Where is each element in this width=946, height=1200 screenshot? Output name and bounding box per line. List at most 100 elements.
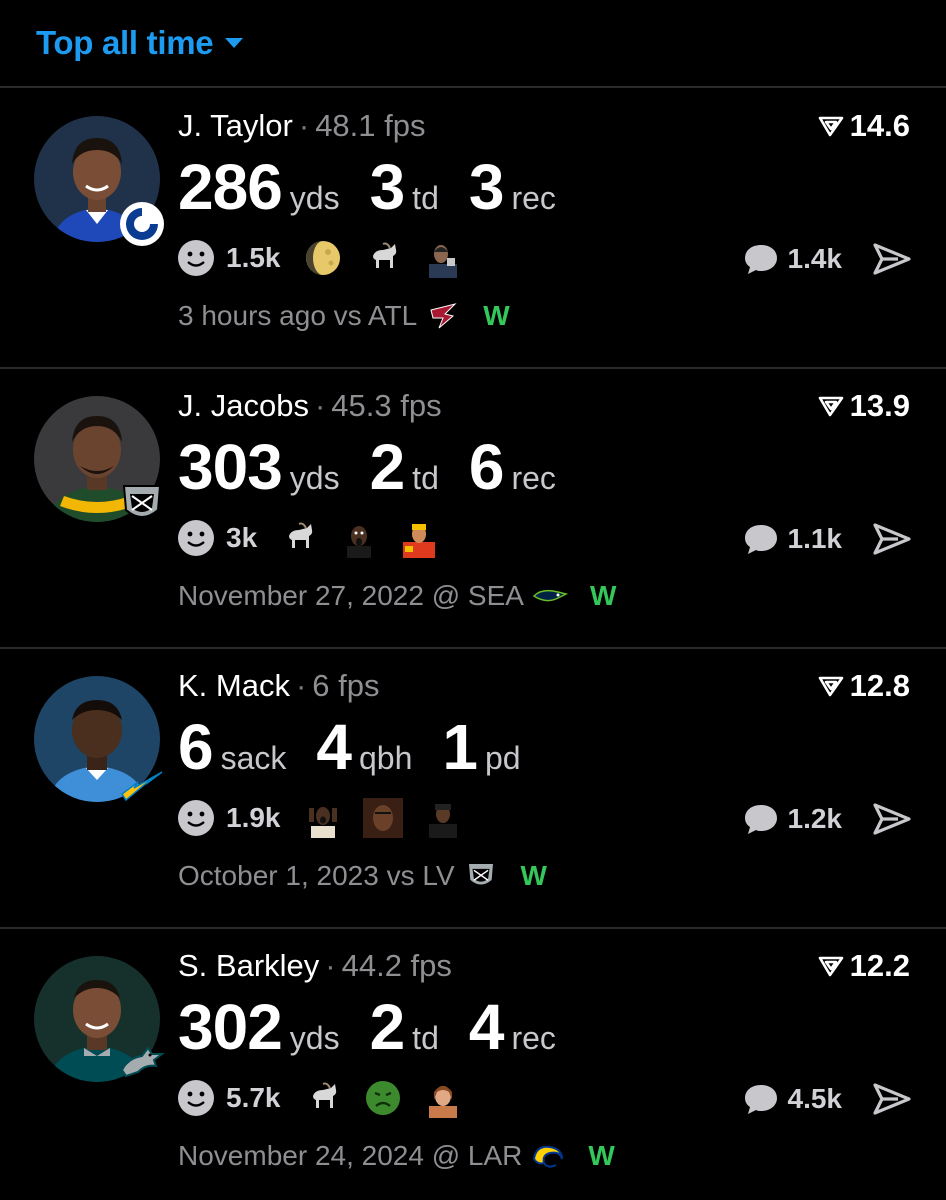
stat-unit: pd bbox=[484, 740, 521, 776]
fantasy-points: 48.1 fps bbox=[315, 108, 426, 143]
stat-value: 4 bbox=[468, 991, 505, 1063]
game-date: November 27, 2022 @ SEA bbox=[178, 580, 524, 611]
comments-button[interactable]: 4.5k bbox=[742, 1082, 842, 1116]
stat-value: 286 bbox=[178, 151, 283, 223]
player-card[interactable]: S. Barkley · 44.2 fps 12.2 302 yds 2 td 4 rec… bbox=[0, 930, 946, 1200]
reaction-gif-icon[interactable] bbox=[339, 518, 379, 558]
stat: 1 pd bbox=[442, 710, 520, 784]
game-result: W bbox=[588, 1140, 615, 1171]
stat-value: 6 bbox=[468, 431, 505, 503]
smiley-react-icon[interactable] bbox=[176, 798, 216, 838]
reaction-gif-icon[interactable] bbox=[362, 798, 403, 838]
comments-button[interactable]: 1.2k bbox=[742, 802, 843, 836]
stat-unit: yds bbox=[289, 460, 340, 496]
player-name[interactable]: S. Barkley bbox=[178, 948, 319, 983]
game-info: 3 hours ago vs ATL W bbox=[178, 298, 510, 334]
reaction-gif-icon[interactable] bbox=[423, 238, 463, 278]
game-date: 3 hours ago vs ATL bbox=[178, 300, 418, 331]
game-date: October 1, 2023 vs LV bbox=[178, 860, 455, 891]
goat-icon[interactable] bbox=[303, 1078, 343, 1118]
stat-unit: td bbox=[412, 460, 439, 496]
stat-unit: sack bbox=[220, 740, 287, 776]
stat: 2 td bbox=[370, 990, 439, 1064]
stat-value: 302 bbox=[178, 991, 283, 1063]
stat-value: 1 bbox=[442, 711, 478, 783]
game-result: W bbox=[589, 580, 617, 611]
feed-header: Top all time bbox=[0, 0, 946, 88]
comment-icon bbox=[744, 1085, 777, 1114]
comment-count: 1.4k bbox=[787, 243, 843, 274]
comment-icon bbox=[744, 805, 777, 834]
comments-button[interactable]: 1.4k bbox=[742, 242, 843, 276]
smiley-react-icon[interactable] bbox=[176, 238, 216, 278]
reaction-count: 3k bbox=[226, 522, 258, 553]
reaction-count: 1.9k bbox=[226, 802, 281, 833]
comments-button[interactable]: 1.1k bbox=[742, 522, 842, 556]
stat-unit: rec bbox=[511, 180, 556, 216]
reactions-bar: 1.9k bbox=[176, 798, 483, 838]
stat: 4 qbh bbox=[316, 710, 412, 784]
player-name[interactable]: J. Jacobs bbox=[178, 388, 309, 423]
score-value: 14.6 bbox=[849, 108, 910, 143]
falcons-logo bbox=[425, 298, 461, 334]
score-badge: 13.9 bbox=[818, 388, 910, 424]
fantasy-points: 6 fps bbox=[312, 668, 380, 703]
reactions-bar: 1.5k bbox=[176, 238, 483, 278]
eagles-logo bbox=[118, 1040, 166, 1088]
player-card[interactable]: J. Taylor · 48.1 fps 14.6 286 yds 3 td 3 rec … bbox=[0, 90, 946, 369]
score-badge: 12.8 bbox=[818, 668, 910, 704]
stat-unit: td bbox=[412, 180, 439, 216]
player-card[interactable]: J. Jacobs · 45.3 fps 13.9 303 yds 2 td 6 rec … bbox=[0, 370, 946, 649]
raiders-logo bbox=[118, 480, 166, 528]
reaction-count: 5.7k bbox=[226, 1082, 281, 1113]
colts-logo bbox=[118, 200, 166, 248]
score-icon bbox=[818, 956, 843, 977]
goat-icon[interactable] bbox=[363, 238, 403, 278]
reaction-gif-icon[interactable] bbox=[303, 798, 343, 838]
share-icon[interactable] bbox=[872, 802, 912, 836]
game-info: October 1, 2023 vs LV W bbox=[178, 858, 547, 894]
stat-line: 286 yds 3 td 3 rec bbox=[178, 150, 586, 224]
score-value: 12.8 bbox=[849, 668, 910, 703]
stat: 302 yds bbox=[178, 990, 340, 1064]
stat: 2 td bbox=[370, 430, 439, 504]
moon-icon[interactable] bbox=[303, 238, 343, 278]
reaction-gif-icon[interactable] bbox=[423, 1078, 463, 1118]
stat: 4 rec bbox=[469, 990, 556, 1064]
player-card[interactable]: K. Mack · 6 fps 12.8 6 sack 4 qbh 1 pd 1.9k 1… bbox=[0, 650, 946, 929]
game-info: November 27, 2022 @ SEA W bbox=[178, 578, 616, 614]
stat-value: 2 bbox=[369, 991, 406, 1063]
smiley-react-icon[interactable] bbox=[176, 1078, 216, 1118]
raiders-logo bbox=[463, 858, 499, 894]
chevron-down-icon bbox=[225, 38, 244, 48]
game-info: November 24, 2024 @ LAR W bbox=[178, 1138, 615, 1174]
stat-unit: rec bbox=[511, 1020, 556, 1056]
share-icon[interactable] bbox=[872, 242, 912, 276]
reaction-count: 1.5k bbox=[226, 242, 281, 273]
comment-count: 1.2k bbox=[787, 803, 843, 834]
stat: 3 rec bbox=[469, 150, 556, 224]
score-value: 12.2 bbox=[849, 948, 910, 983]
player-name[interactable]: J. Taylor bbox=[178, 108, 293, 143]
comment-icon bbox=[744, 525, 777, 554]
share-icon[interactable] bbox=[872, 522, 912, 556]
game-result: W bbox=[520, 860, 547, 891]
player-name[interactable]: K. Mack bbox=[178, 668, 290, 703]
score-icon bbox=[818, 396, 843, 417]
stat-unit: yds bbox=[289, 1020, 340, 1056]
reaction-gif-icon[interactable] bbox=[399, 518, 439, 558]
game-result: W bbox=[483, 300, 510, 331]
nauseated-face-icon[interactable] bbox=[363, 1078, 403, 1118]
smiley-react-icon[interactable] bbox=[176, 518, 216, 558]
stat: 6 rec bbox=[469, 430, 556, 504]
reaction-gif-icon[interactable] bbox=[423, 798, 463, 838]
stat-unit: td bbox=[412, 1020, 439, 1056]
stat-unit: rec bbox=[511, 460, 556, 496]
time-filter-dropdown[interactable]: Top all time bbox=[36, 24, 244, 62]
fantasy-points: 44.2 fps bbox=[341, 948, 452, 983]
share-icon[interactable] bbox=[872, 1082, 912, 1116]
score-value: 13.9 bbox=[849, 388, 910, 423]
score-icon bbox=[818, 116, 843, 137]
goat-icon[interactable] bbox=[279, 518, 319, 558]
stat-value: 4 bbox=[316, 711, 352, 783]
